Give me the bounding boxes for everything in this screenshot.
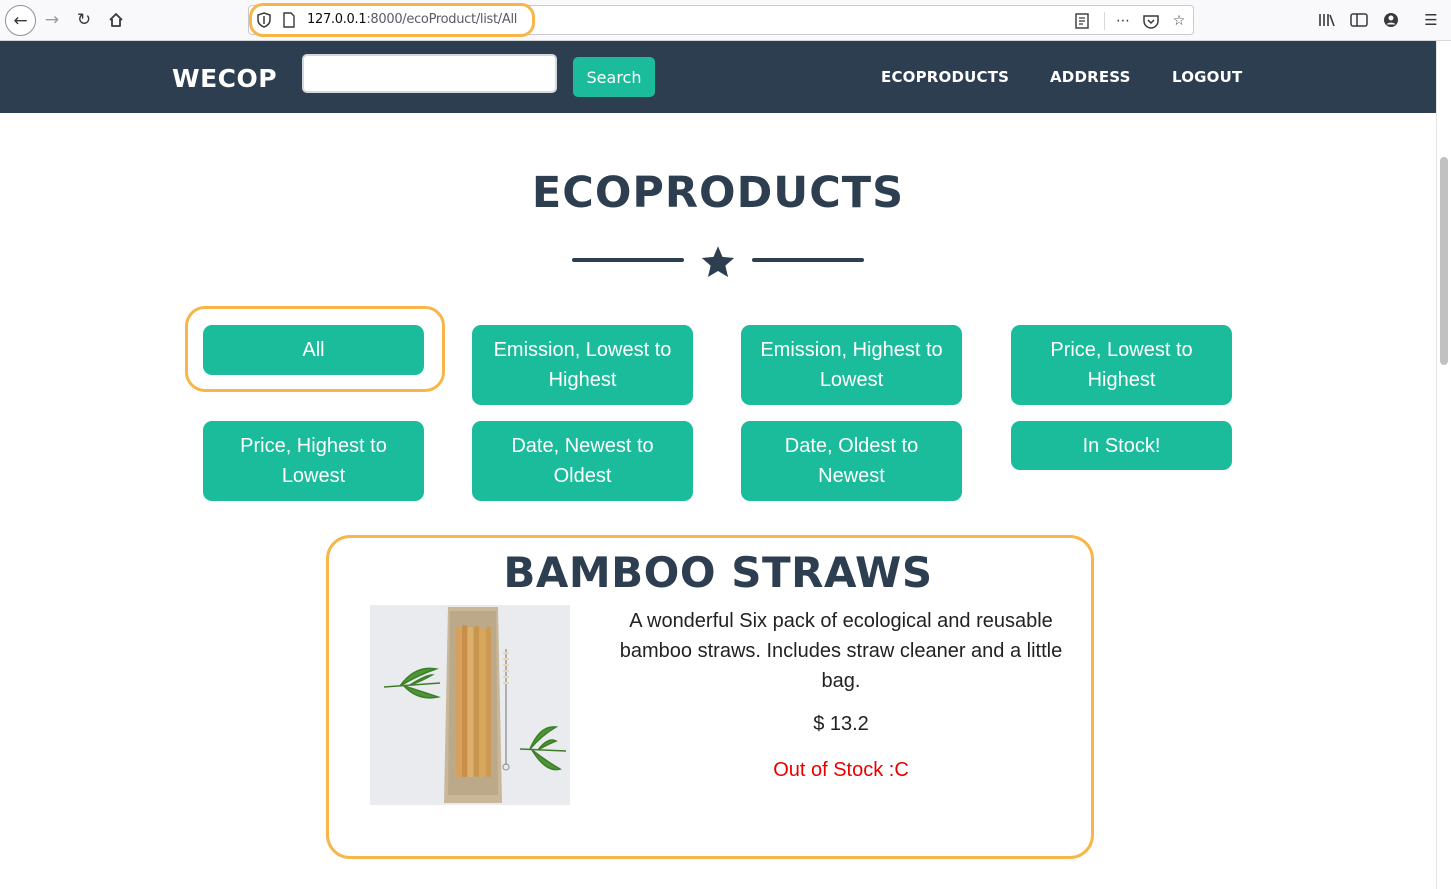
url-path: :8000/ecoProduct/list/All [366,12,518,27]
sort-emission-desc-button[interactable]: Emission, Highest to Lowest [741,325,962,405]
page-icon[interactable] [283,12,295,28]
scrollbar-thumb[interactable] [1440,157,1448,365]
product-description: A wonderful Six pack of ecological and r… [619,610,1063,692]
divider-line-right [752,258,864,262]
sort-all-button[interactable]: All [203,325,424,375]
search-button[interactable]: Search [573,57,655,97]
browser-toolbar: ← → ↻ 127.0.0.1:8000/ecoProduct/list/All… [0,0,1451,41]
shield-icon[interactable] [257,12,271,28]
sidebar-icon[interactable] [1348,9,1370,31]
reload-icon[interactable]: ↻ [70,6,98,34]
forward-icon[interactable]: → [38,6,66,34]
filter-in-stock-button[interactable]: In Stock! [1011,421,1232,470]
sort-price-asc-button[interactable]: Price, Lowest to Highest [1011,325,1232,405]
url-host: 127.0.0.1 [307,12,367,27]
sort-emission-asc-button[interactable]: Emission, Lowest to Highest [472,325,693,405]
star-icon [701,246,735,277]
page-scrollbar[interactable] [1436,41,1451,889]
address-bar[interactable]: 127.0.0.1:8000/ecoProduct/list/All ⋯ ☆ [248,5,1194,35]
nav-link-logout[interactable]: LOGOUT [1172,68,1242,86]
sort-date-oldest-button[interactable]: Date, Oldest to Newest [741,421,962,501]
brand-logo[interactable]: WECOP [172,64,277,93]
nav-link-address[interactable]: ADDRESS [1050,68,1131,86]
bookmark-star-icon[interactable]: ☆ [1169,11,1189,31]
product-stock-status: Out of Stock :C [773,759,909,781]
sort-date-newest-button[interactable]: Date, Newest to Oldest [472,421,693,501]
menu-icon[interactable]: ☰ [1420,9,1442,31]
sort-price-desc-button[interactable]: Price, Highest to Lowest [203,421,424,501]
reader-view-icon[interactable] [1072,11,1092,31]
more-actions-icon[interactable]: ⋯ [1113,11,1133,31]
home-icon[interactable] [102,6,130,34]
account-icon[interactable] [1380,9,1402,31]
product-image[interactable] [370,605,570,805]
product-title[interactable]: BAMBOO STRAWS [0,548,1436,597]
product-price: $ 13.2 [813,713,869,735]
url-text[interactable]: 127.0.0.1:8000/ecoProduct/list/All [307,12,517,27]
back-icon[interactable]: ← [5,5,36,36]
divider-line-left [572,258,684,262]
nav-link-ecoproducts[interactable]: ECOPRODUCTS [881,68,1009,86]
library-icon[interactable] [1316,9,1338,31]
pocket-icon[interactable] [1141,11,1161,31]
url-separator [1104,12,1105,30]
search-input[interactable] [302,54,557,93]
page-title: ECOPRODUCTS [531,168,905,218]
site-navbar: WECOP Search ECOPRODUCTS ADDRESS LOGOUT [0,41,1436,113]
